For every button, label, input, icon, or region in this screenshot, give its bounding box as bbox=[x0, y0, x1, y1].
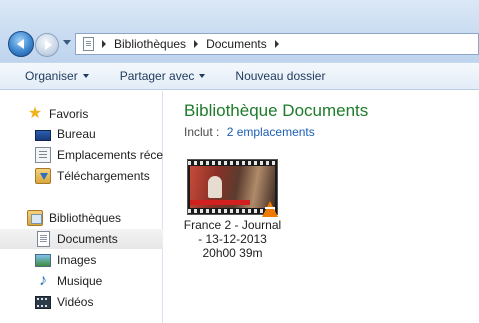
document-icon bbox=[83, 37, 94, 51]
sidebar-item-libraries[interactable]: Bibliothèques bbox=[0, 208, 163, 228]
include-locations: Inclut : 2 emplacements bbox=[184, 125, 315, 139]
breadcrumb-libraries[interactable]: Bibliothèques bbox=[114, 37, 186, 51]
file-name-line: France 2 - Journal bbox=[183, 218, 282, 232]
window-header: Bibliothèques Documents bbox=[0, 0, 479, 62]
sidebar-item-music[interactable]: ♪ Musique bbox=[0, 271, 163, 291]
sidebar-item-recent-places[interactable]: Emplacements récents bbox=[0, 145, 163, 165]
sidebar-item-desktop[interactable]: Bureau bbox=[0, 124, 163, 144]
new-folder-button[interactable]: Nouveau dossier bbox=[235, 69, 325, 83]
organize-button[interactable]: Organiser bbox=[25, 69, 89, 83]
sidebar-item-label: Vidéos bbox=[57, 295, 94, 309]
navigation-pane: ★ Favoris Bureau Emplacements récents Té… bbox=[0, 91, 163, 323]
news-banner bbox=[190, 200, 250, 205]
sidebar-item-label: Emplacements récents bbox=[57, 148, 163, 162]
sidebar-item-label: Bibliothèques bbox=[49, 211, 122, 225]
desktop-icon bbox=[35, 129, 51, 141]
file-name-line: - 13-12-2013 bbox=[198, 232, 267, 246]
forward-button[interactable] bbox=[35, 33, 59, 57]
library-title: Bibliothèque Documents bbox=[184, 101, 369, 120]
breadcrumb-documents[interactable]: Documents bbox=[206, 37, 267, 51]
sidebar-item-label: Images bbox=[57, 253, 97, 267]
share-label: Partager avec bbox=[119, 69, 195, 83]
include-label: Inclut : bbox=[184, 125, 220, 139]
breadcrumb-separator-icon[interactable] bbox=[274, 40, 279, 48]
sidebar-item-videos[interactable]: Vidéos bbox=[0, 292, 163, 312]
new-folder-label: Nouveau dossier bbox=[235, 69, 326, 83]
locations-link[interactable]: 2 emplacements bbox=[227, 125, 315, 139]
sidebar-item-label: Musique bbox=[57, 274, 103, 288]
content-pane: Bibliothèque Documents Inclut : 2 emplac… bbox=[164, 91, 479, 323]
sidebar-item-documents[interactable]: Documents bbox=[0, 229, 163, 249]
sidebar-item-label: Téléchargements bbox=[57, 169, 150, 183]
breadcrumb-separator-icon[interactable] bbox=[102, 40, 106, 48]
sidebar-item-images[interactable]: Images bbox=[0, 250, 163, 270]
chevron-down-icon bbox=[199, 74, 206, 78]
organize-label: Organiser bbox=[25, 69, 78, 83]
sidebar-item-label: Documents bbox=[57, 232, 118, 246]
share-with-button[interactable]: Partager avec bbox=[120, 69, 206, 83]
recent-places-icon bbox=[35, 147, 51, 163]
forward-arrow-icon bbox=[44, 40, 52, 50]
command-bar: Organiser Partager avec Nouveau dossier bbox=[0, 62, 479, 90]
film-strip-top bbox=[188, 161, 277, 165]
sidebar-item-favorites[interactable]: ★ Favoris bbox=[0, 104, 163, 124]
star-icon: ★ bbox=[27, 105, 43, 122]
libraries-icon bbox=[27, 210, 43, 226]
address-bar[interactable]: Bibliothèques Documents bbox=[75, 33, 479, 55]
sidebar-item-label: Favoris bbox=[49, 107, 89, 121]
videos-icon bbox=[35, 296, 51, 309]
back-arrow-icon bbox=[16, 39, 24, 49]
file-name-line: 20h00 39m bbox=[202, 246, 263, 260]
downloads-folder-icon bbox=[35, 168, 51, 184]
music-icon: ♪ bbox=[39, 272, 47, 289]
recent-pages-dropdown-icon[interactable] bbox=[63, 40, 71, 45]
documents-icon bbox=[37, 231, 50, 247]
sidebar-item-downloads[interactable]: Téléchargements bbox=[0, 166, 163, 186]
sidebar-item-label: Bureau bbox=[57, 127, 96, 141]
file-item[interactable]: France 2 - Journal - 13-12-2013 20h00 39… bbox=[180, 157, 285, 267]
breadcrumb-separator-icon[interactable] bbox=[194, 40, 199, 48]
pictures-icon bbox=[35, 254, 51, 267]
chevron-down-icon bbox=[82, 74, 89, 78]
back-button[interactable] bbox=[8, 31, 34, 57]
vlc-icon bbox=[262, 201, 278, 217]
file-name: France 2 - Journal - 13-12-2013 20h00 39… bbox=[180, 218, 285, 260]
